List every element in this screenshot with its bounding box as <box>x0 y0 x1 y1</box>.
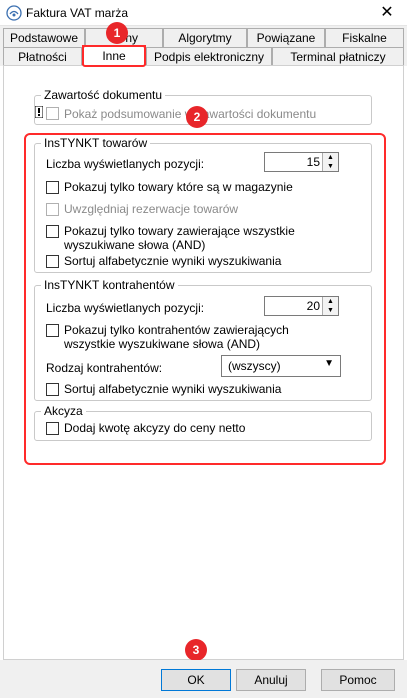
help-button[interactable]: Pomoc <box>321 669 395 691</box>
tab-terminal-platniczy[interactable]: Terminal płatniczy <box>272 47 404 66</box>
group-title: Zawartość dokumentu <box>41 88 166 102</box>
dialog-footer: OK Anuluj Pomoc <box>0 660 407 698</box>
annotation-badge-2: 2 <box>186 106 208 128</box>
tab-algorytmy[interactable]: Algorytmy <box>163 28 247 47</box>
title-bar: Faktura VAT marża ✕ <box>0 0 407 26</box>
annotation-badge-1: 1 <box>106 22 128 44</box>
warning-icon <box>34 105 44 121</box>
highlight-box-inne-tab <box>82 45 146 67</box>
tab-strip: Podstawowe Ceny Algorytmy Powiązane Fisk… <box>0 26 407 67</box>
checkbox-show-summary[interactable] <box>46 107 59 120</box>
annotation-badge-3: 3 <box>185 639 207 661</box>
tab-fiskalne[interactable]: Fiskalne <box>325 28 404 47</box>
cancel-button[interactable]: Anuluj <box>236 669 306 691</box>
highlight-box-settings <box>24 133 386 465</box>
close-button[interactable]: ✕ <box>367 0 407 26</box>
ok-button[interactable]: OK <box>161 669 231 691</box>
document-icon <box>6 5 22 21</box>
tab-platnosci[interactable]: Płatności <box>3 47 82 66</box>
window-title: Faktura VAT marża <box>26 6 129 20</box>
tab-powiazane[interactable]: Powiązane <box>247 28 325 47</box>
tab-podpis-elektroniczny[interactable]: Podpis elektroniczny <box>146 47 272 66</box>
tab-podstawowe[interactable]: Podstawowe <box>3 28 85 47</box>
